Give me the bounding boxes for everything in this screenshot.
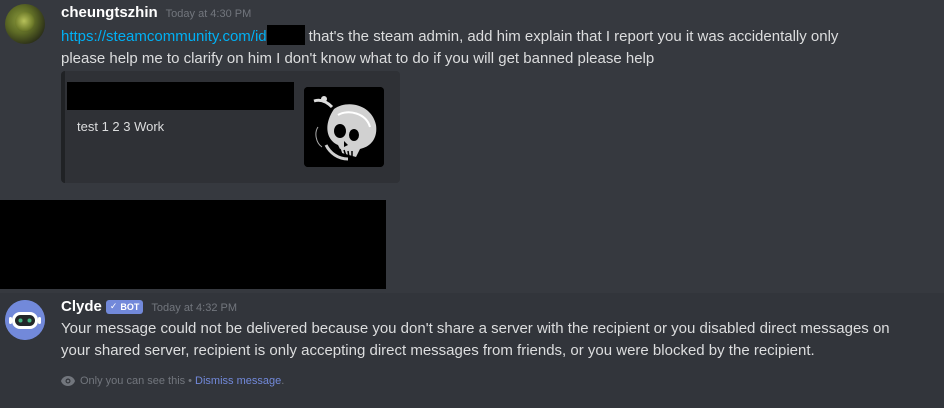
message-line-1: Your message could not be delivered beca… [61,320,890,337]
embed-description: test 1 2 3 Work [77,119,165,134]
bot-badge-label: BOT [120,301,140,312]
checkmark-icon: ✓ [109,301,118,311]
link-embed: test 1 2 3 Work [61,71,400,183]
dismiss-suffix: . [281,375,285,387]
clyde-bot-icon [5,300,45,340]
redacted-content [0,200,386,289]
message-text: that's the steam admin, add him explain … [308,28,839,45]
redaction-box [266,25,305,45]
dismiss-message-link[interactable]: Dismiss message [195,375,281,387]
bot-badge: ✓ BOT [105,299,144,314]
message-content: https://steamcommunity.com/id that's the … [61,25,838,70]
skull-icon [304,87,384,167]
avatar[interactable] [5,4,45,44]
username[interactable]: Clyde [61,298,102,315]
message-header: Clyde ✓ BOT Today at 4:32 PM [61,298,237,318]
message-line-2: your shared server, recipient is only ac… [61,342,815,359]
eye-icon [61,376,75,386]
avatar[interactable] [5,300,45,340]
avatar-image [15,12,35,32]
message-cheungtszhin: cheungtszhin Today at 4:30 PM https://st… [0,0,944,200]
ephemeral-text: Only you can see this [80,375,186,387]
separator: • [188,375,193,387]
message-line-1: https://steamcommunity.com/id that's the … [61,25,838,48]
message-content: Your message could not be delivered beca… [61,318,890,362]
message-header: cheungtszhin Today at 4:30 PM [61,4,251,24]
redacted-embed-title [67,82,294,110]
message-line-2: please help me to clarify on him I don't… [61,50,655,67]
ephemeral-notice: Only you can see this • Dismiss message. [61,375,284,387]
username[interactable]: cheungtszhin [61,4,158,21]
timestamp[interactable]: Today at 4:32 PM [151,302,237,314]
embed-thumbnail-skull[interactable] [304,87,384,167]
steam-link[interactable]: https://steamcommunity.com/id [61,28,267,45]
timestamp[interactable]: Today at 4:30 PM [166,8,252,20]
message-clyde: Clyde ✓ BOT Today at 4:32 PM Your messag… [0,293,944,408]
